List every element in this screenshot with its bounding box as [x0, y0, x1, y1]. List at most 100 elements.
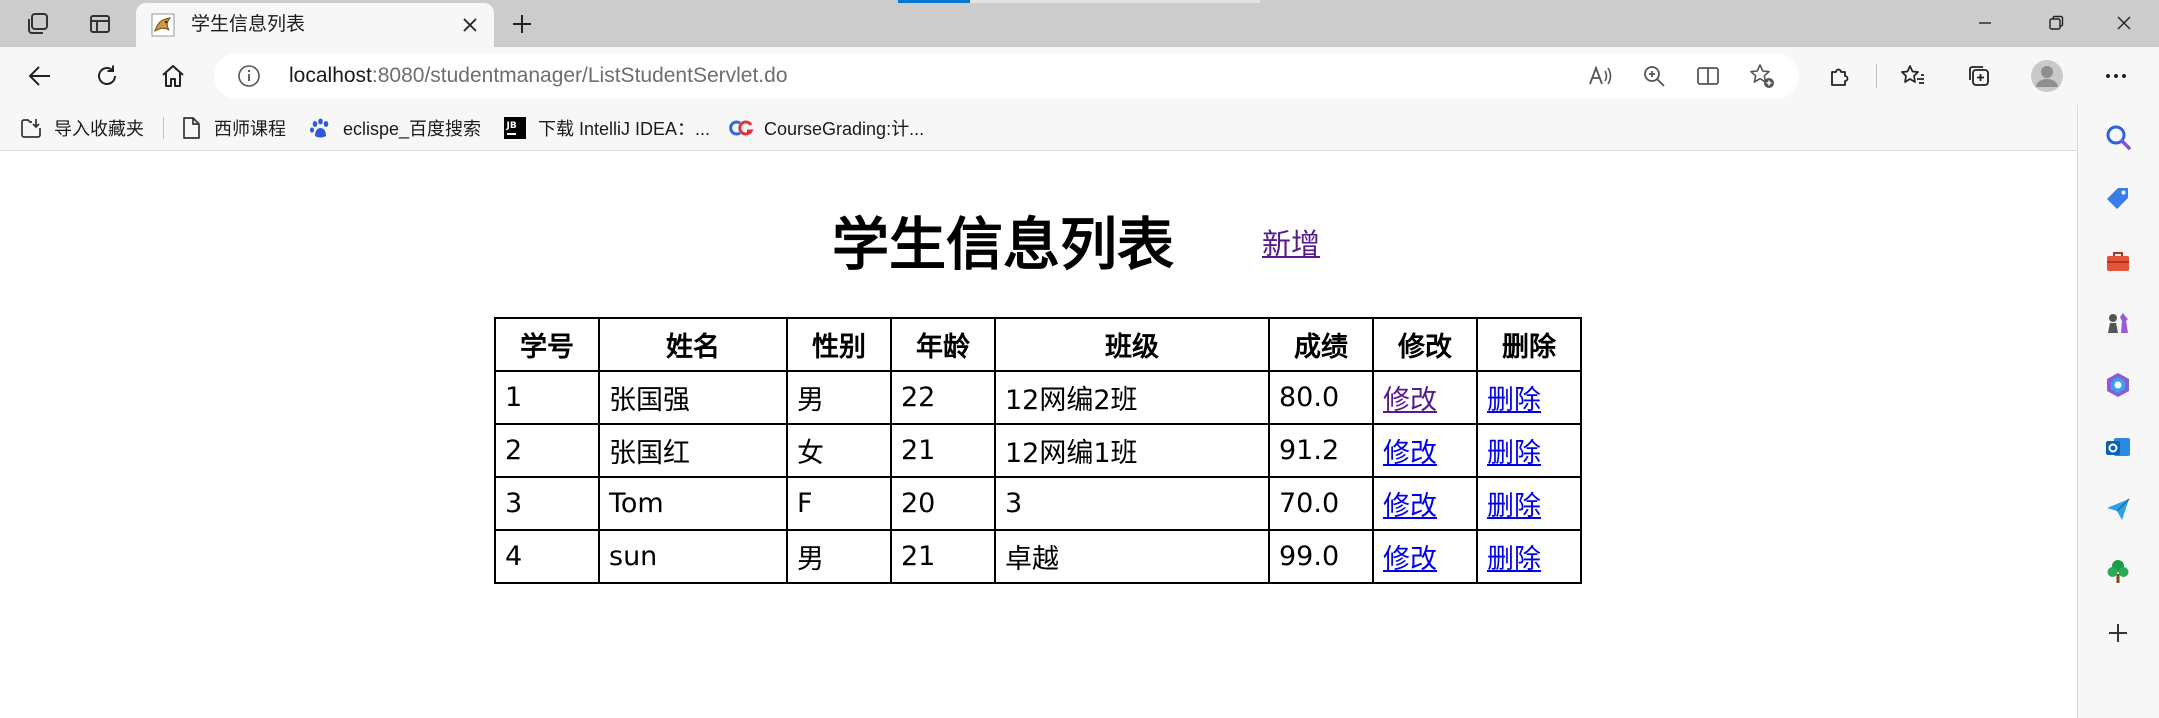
- table-row: 3 Tom F 20 3 70.0 修改 删除: [494, 476, 1582, 531]
- cell-score: 91.2: [1268, 423, 1374, 478]
- favorite-intellij-download[interactable]: JB 下载 IntelliJ IDEA：...: [502, 105, 710, 151]
- settings-more-button[interactable]: [2096, 56, 2136, 96]
- profile-button[interactable]: [2027, 56, 2067, 96]
- extensions-button[interactable]: [1820, 56, 1860, 96]
- favorite-coursegrading[interactable]: CourseGrading:计...: [728, 105, 924, 151]
- column-header-name: 姓名: [598, 317, 788, 372]
- cell-score: 70.0: [1268, 476, 1374, 531]
- baidu-paw-icon: [307, 115, 333, 141]
- refresh-button[interactable]: [87, 56, 127, 96]
- back-button[interactable]: [20, 56, 60, 96]
- restore-button[interactable]: [2023, 0, 2089, 46]
- sidebar-tree-button[interactable]: [2100, 553, 2136, 589]
- favorites-button[interactable]: [1893, 56, 1933, 96]
- student-table: 学号 姓名 性别 年龄 班级 成绩 修改 删除 1 张国强 男 22 12网编2…: [494, 317, 1582, 584]
- delete-link[interactable]: 删除: [1487, 385, 1541, 416]
- cell-edit: 修改: [1372, 476, 1478, 531]
- delete-link[interactable]: 删除: [1487, 491, 1541, 522]
- edit-link[interactable]: 修改: [1383, 491, 1437, 522]
- url-host: localhost: [289, 64, 372, 87]
- sidebar-add-button[interactable]: [2100, 615, 2136, 651]
- collections-button[interactable]: [1959, 56, 1999, 96]
- search-icon: [2106, 125, 2131, 150]
- cell-sex: 男: [786, 370, 892, 425]
- cell-name: 张国红: [598, 423, 788, 478]
- toolbar-divider: [1876, 64, 1877, 88]
- favorites-divider: [163, 117, 164, 139]
- zoom-icon[interactable]: [1638, 60, 1670, 92]
- close-icon: [2117, 16, 2131, 30]
- add-student-link[interactable]: 新增: [1262, 224, 1320, 264]
- column-header-id: 学号: [494, 317, 600, 372]
- workspaces-icon: [28, 13, 48, 34]
- tree-icon: [2107, 560, 2129, 583]
- tab-strip: 学生信息列表: [0, 0, 2159, 47]
- favorite-label: 下载 IntelliJ IDEA：...: [538, 119, 711, 139]
- cell-sex: 男: [786, 529, 892, 584]
- cell-age: 21: [890, 529, 996, 584]
- sidebar-search-button[interactable]: [2100, 119, 2136, 155]
- chess-pieces-icon: [2108, 313, 2128, 333]
- column-header-age: 年龄: [890, 317, 996, 372]
- cell-id: 1: [494, 370, 600, 425]
- add-favorite-icon[interactable]: [1746, 60, 1778, 92]
- home-icon: [162, 65, 184, 87]
- import-favorites-icon: [18, 115, 44, 141]
- plus-icon: [2109, 624, 2127, 642]
- site-info-icon[interactable]: [236, 63, 262, 89]
- delete-link[interactable]: 删除: [1487, 438, 1541, 469]
- svg-text:JB: JB: [506, 121, 517, 131]
- cell-name: 张国强: [598, 370, 788, 425]
- cell-delete: 删除: [1476, 476, 1582, 531]
- microsoft-365-icon: [2107, 373, 2129, 397]
- home-button[interactable]: [153, 56, 193, 96]
- sidebar-games-button[interactable]: [2100, 305, 2136, 341]
- cell-edit: 修改: [1372, 423, 1478, 478]
- tab-title: 学生信息列表: [191, 14, 306, 35]
- column-header-sex: 性别: [786, 317, 892, 372]
- sidebar-m365-button[interactable]: [2100, 367, 2136, 403]
- table-header-row: 学号 姓名 性别 年龄 班级 成绩 修改 删除: [494, 317, 1582, 372]
- edit-link[interactable]: 修改: [1383, 385, 1437, 416]
- cell-age: 21: [890, 423, 996, 478]
- split-screen-icon[interactable]: [1692, 60, 1724, 92]
- url-text[interactable]: localhost:8080/studentmanager/ListStuden…: [289, 53, 788, 99]
- delete-link[interactable]: 删除: [1487, 544, 1541, 575]
- edit-link[interactable]: 修改: [1383, 438, 1437, 469]
- collections-icon: [1969, 66, 1989, 86]
- favorites-bar: 导入收藏夹 西师课程 eclispe_百度搜索 JB 下载 IntelliJ I…: [0, 105, 2159, 151]
- sidebar-tools-button[interactable]: [2100, 243, 2136, 279]
- workspaces-button[interactable]: [18, 8, 58, 40]
- page-icon: [178, 115, 204, 141]
- read-aloud-icon[interactable]: [1584, 60, 1616, 92]
- favorite-import[interactable]: 导入收藏夹: [18, 105, 144, 151]
- close-window-button[interactable]: [2091, 0, 2157, 46]
- plus-icon: [513, 15, 531, 33]
- page-title: 学生信息列表: [832, 212, 1174, 278]
- close-icon: [463, 18, 477, 32]
- cell-age: 20: [890, 476, 996, 531]
- minimize-button[interactable]: [1952, 0, 2018, 46]
- edit-link[interactable]: 修改: [1383, 544, 1437, 575]
- favorite-label: 西师课程: [214, 119, 286, 139]
- toolbox-icon: [2107, 252, 2129, 271]
- favorite-xishi-courses[interactable]: 西师课程: [178, 105, 286, 151]
- column-header-delete: 删除: [1476, 317, 1582, 372]
- cell-edit: 修改: [1372, 370, 1478, 425]
- address-bar[interactable]: localhost:8080/studentmanager/ListStuden…: [214, 53, 1799, 99]
- sidebar-shopping-button[interactable]: [2100, 181, 2136, 217]
- tab-actions-button[interactable]: [80, 8, 120, 40]
- tab-active[interactable]: 学生信息列表: [136, 3, 494, 47]
- edge-sidebar: [2077, 105, 2159, 718]
- shopping-tag-icon: [2107, 188, 2128, 209]
- new-tab-button[interactable]: [502, 6, 542, 42]
- tab-close-button[interactable]: [456, 11, 484, 39]
- sidebar-outlook-button[interactable]: [2100, 429, 2136, 465]
- outlook-icon: [2106, 438, 2130, 456]
- cell-sex: 女: [786, 423, 892, 478]
- coursegrading-icon: [728, 115, 754, 141]
- sidebar-drop-button[interactable]: [2100, 491, 2136, 527]
- table-row: 2 张国红 女 21 12网编1班 91.2 修改 删除: [494, 423, 1582, 478]
- cell-class: 12网编1班: [994, 423, 1270, 478]
- favorite-eclipse-baidu[interactable]: eclispe_百度搜索: [307, 105, 481, 151]
